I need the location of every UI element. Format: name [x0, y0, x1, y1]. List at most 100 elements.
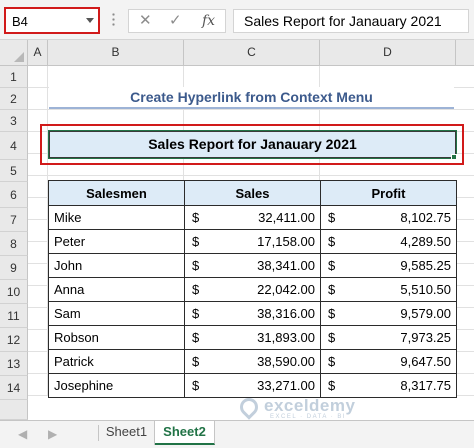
currency-symbol: $: [192, 378, 200, 393]
formula-bar-grip-icon[interactable]: [112, 12, 115, 28]
profit-value: 8,317.75: [400, 378, 451, 393]
currency-symbol: $: [328, 282, 336, 297]
row-header-11[interactable]: 11: [0, 304, 28, 328]
salesman-cell[interactable]: John: [48, 253, 185, 278]
profit-value: 9,579.00: [400, 306, 451, 321]
select-all-icon: [14, 52, 24, 62]
sheet-title-cell[interactable]: Create Hyperlink from Context Menu: [49, 87, 454, 109]
sales-cell[interactable]: $38,341.00: [184, 253, 321, 278]
currency-symbol: $: [328, 234, 336, 249]
column-header-d[interactable]: D: [320, 40, 456, 65]
table-row: Anna $22,042.00 $5,510.50: [48, 277, 457, 302]
row-header-9[interactable]: 9: [0, 256, 28, 280]
select-all-button[interactable]: [0, 40, 28, 65]
header-sales[interactable]: Sales: [184, 180, 321, 206]
tab-sheet2[interactable]: Sheet2: [155, 421, 215, 445]
row-header-5[interactable]: 5: [0, 160, 28, 182]
profit-value: 7,973.25: [400, 330, 451, 345]
next-sheet-icon[interactable]: ▶: [48, 427, 57, 441]
sales-cell[interactable]: $17,158.00: [184, 229, 321, 254]
table-row: Josephine $33,271.00 $8,317.75: [48, 373, 457, 398]
selected-cell-b4[interactable]: Sales Report for Janauary 2021: [48, 130, 457, 159]
formula-input-value: Sales Report for Janauary 2021: [244, 13, 442, 29]
formula-input[interactable]: Sales Report for Janauary 2021: [233, 9, 469, 33]
row-header-7[interactable]: 7: [0, 208, 28, 232]
currency-symbol: $: [192, 210, 200, 225]
currency-symbol: $: [328, 330, 336, 345]
sales-value: 31,893.00: [257, 330, 315, 345]
watermark-name: exceldemy: [264, 396, 356, 415]
profit-cell[interactable]: $8,317.75: [320, 373, 457, 398]
table-row: John $38,341.00 $9,585.25: [48, 253, 457, 278]
profit-cell[interactable]: $8,102.75: [320, 205, 457, 230]
currency-symbol: $: [192, 234, 200, 249]
salesman-cell[interactable]: Robson: [48, 325, 185, 350]
name-box[interactable]: B4: [4, 7, 100, 34]
row-header-10[interactable]: 10: [0, 280, 28, 304]
enter-icon[interactable]: ✓: [169, 13, 182, 29]
currency-symbol: $: [328, 258, 336, 273]
sales-value: 38,316.00: [257, 306, 315, 321]
row-header-1[interactable]: 1: [0, 66, 28, 88]
table-row: Peter $17,158.00 $4,289.50: [48, 229, 457, 254]
formula-buttons: ✕ ✓ fx: [128, 9, 226, 33]
profit-value: 9,585.25: [400, 258, 451, 273]
column-header-c[interactable]: C: [184, 40, 320, 65]
name-box-dropdown-icon[interactable]: [86, 18, 94, 23]
prev-sheet-icon[interactable]: ◀: [18, 427, 27, 441]
sales-cell[interactable]: $32,411.00: [184, 205, 321, 230]
table-row: Patrick $38,590.00 $9,647.50: [48, 349, 457, 374]
sales-cell[interactable]: $38,316.00: [184, 301, 321, 326]
sales-value: 22,042.00: [257, 282, 315, 297]
profit-cell[interactable]: $9,579.00: [320, 301, 457, 326]
salesman-cell[interactable]: Mike: [48, 205, 185, 230]
tab-sheet1[interactable]: Sheet1: [99, 421, 155, 445]
profit-cell[interactable]: $7,973.25: [320, 325, 457, 350]
currency-symbol: $: [192, 330, 200, 345]
profit-cell[interactable]: $5,510.50: [320, 277, 457, 302]
row-header-4[interactable]: 4: [0, 132, 28, 160]
currency-symbol: $: [328, 378, 336, 393]
row-header-6[interactable]: 6: [0, 182, 28, 208]
row-header-8[interactable]: 8: [0, 232, 28, 256]
cancel-icon[interactable]: ✕: [139, 13, 152, 29]
sales-cell[interactable]: $22,042.00: [184, 277, 321, 302]
exceldemy-logo-icon: [236, 394, 262, 420]
sales-cell[interactable]: $31,893.00: [184, 325, 321, 350]
row-header-2[interactable]: 2: [0, 88, 28, 110]
profit-cell[interactable]: $4,289.50: [320, 229, 457, 254]
currency-symbol: $: [192, 258, 200, 273]
salesman-cell[interactable]: Anna: [48, 277, 185, 302]
row-header-14[interactable]: 14: [0, 376, 28, 400]
sales-value: 38,341.00: [257, 258, 315, 273]
profit-value: 8,102.75: [400, 210, 451, 225]
currency-symbol: $: [192, 354, 200, 369]
currency-symbol: $: [192, 306, 200, 321]
profit-cell[interactable]: $9,585.25: [320, 253, 457, 278]
salesman-cell[interactable]: Patrick: [48, 349, 185, 374]
row-header-15: [0, 400, 28, 420]
column-header-b[interactable]: B: [48, 40, 184, 65]
profit-cell[interactable]: $9,647.50: [320, 349, 457, 374]
column-header-a[interactable]: A: [28, 40, 48, 65]
profit-value: 5,510.50: [400, 282, 451, 297]
currency-symbol: $: [328, 354, 336, 369]
name-box-value: B4: [12, 14, 28, 29]
sheet-tab-bar: ◀ ▶ Sheet1 Sheet2: [0, 420, 474, 448]
sales-cell[interactable]: $33,271.00: [184, 373, 321, 398]
row-header-12[interactable]: 12: [0, 328, 28, 352]
fill-handle[interactable]: [451, 154, 457, 160]
insert-function-icon[interactable]: fx: [202, 13, 215, 29]
row-header-3[interactable]: 3: [0, 110, 28, 132]
salesman-cell[interactable]: Josephine: [48, 373, 185, 398]
table-row: Robson $31,893.00 $7,973.25: [48, 325, 457, 350]
sheet-title: Create Hyperlink from Context Menu: [130, 89, 373, 105]
sales-value: 17,158.00: [257, 234, 315, 249]
header-profit[interactable]: Profit: [320, 180, 457, 206]
salesman-cell[interactable]: Sam: [48, 301, 185, 326]
table-row: Mike $32,411.00 $8,102.75: [48, 205, 457, 230]
salesman-cell[interactable]: Peter: [48, 229, 185, 254]
header-salesmen[interactable]: Salesmen: [48, 180, 185, 206]
row-header-13[interactable]: 13: [0, 352, 28, 376]
sales-cell[interactable]: $38,590.00: [184, 349, 321, 374]
